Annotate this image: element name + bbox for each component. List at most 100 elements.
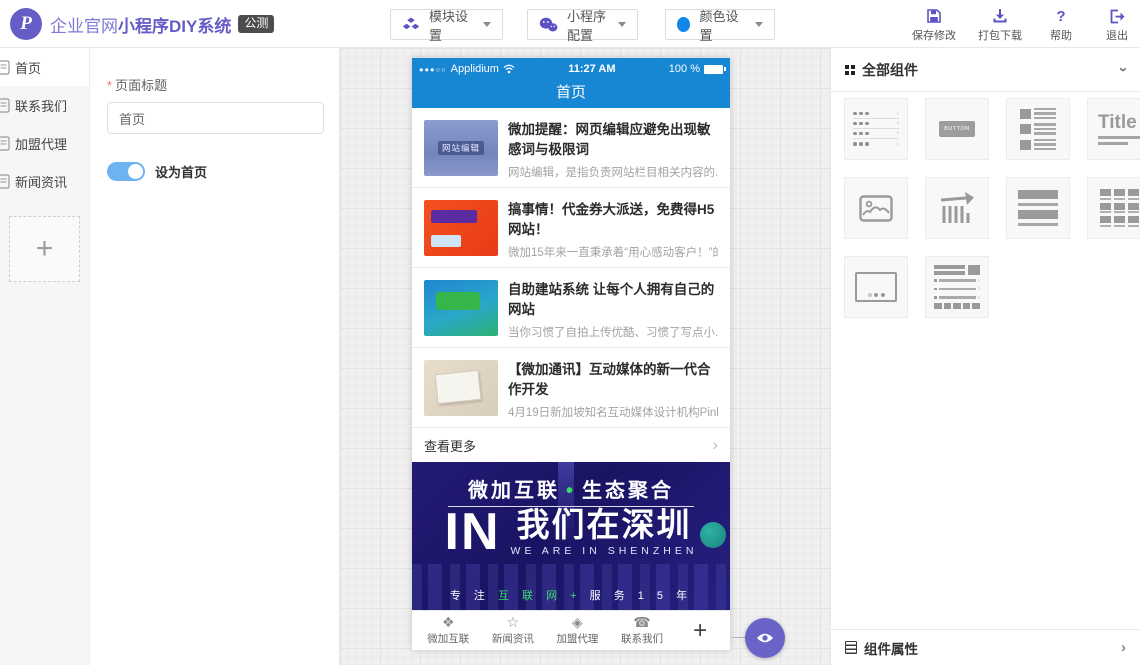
sidebar-item-home[interactable]: 首页 [0,48,89,86]
beta-badge: 公测 [238,15,274,32]
tab-contact[interactable]: ☎ 联系我们 [610,615,675,646]
tab-news[interactable]: ☆ 新闻资讯 [481,615,546,646]
exit-label: 退出 [1106,27,1128,43]
add-tab-button[interactable]: + [674,617,726,645]
rich-list-component-tile[interactable]: › › › [925,256,989,318]
list-rows-component-tile[interactable]: › › › › [844,98,908,160]
set-homepage-toggle[interactable] [107,162,145,181]
marquee-arrow-component-tile[interactable] [925,177,989,239]
phone-preview: ●●●○○ Applidium 11:27 AM 100 % 首页 网站编辑 微… [412,58,730,650]
slideshow-icon [855,272,897,302]
image-component-tile[interactable] [844,177,908,239]
required-mark: * [107,78,112,93]
double-diamond-icon: ◈ [572,615,583,630]
news-excerpt: 网站编辑，是指负责网站栏目相关内容的... [508,164,718,180]
text-rows-icon [1018,190,1058,226]
page-title-input[interactable] [107,102,324,134]
wifi-icon [503,64,515,74]
view-more-label: 查看更多 [424,436,476,455]
banner-slogan-pre: 专 注 [450,590,498,602]
text-rows-component-tile[interactable] [1006,177,1070,239]
news-text: 搞事情！代金券大派送，免费得H5网站！ 微加15年来一直秉承着“用心感动客户！”… [508,200,718,267]
news-item[interactable]: 网站编辑 微加提醒：网页编辑应避免出现敏感词与极限词 网站编辑，是指负责网站栏目… [412,108,730,188]
pages-sidebar: 首页 联系我们 加盟代理 新闻资讯 + [0,48,90,665]
page-doc-icon [0,174,10,189]
title-icon: Title [1098,113,1140,145]
color-settings-button[interactable]: 颜色设置 [665,9,775,40]
media-list-component-tile[interactable] [1006,98,1070,160]
banner-headline: 微加互联•生态聚合 [412,474,730,503]
brand-diamonds-icon: ❖ [442,615,455,630]
icon-grid-component-tile[interactable] [1087,177,1140,239]
tab-brand[interactable]: ❖ 微加互联 [416,615,481,646]
banner-image-component[interactable]: 微加互联•生态聚合 IN 我们在深圳 WE ARE IN SHENZHEN 专 … [412,462,730,610]
app-title: 企业官网小程序DIY系统 公测 [50,0,274,48]
sidebar-item-label: 联系我们 [15,96,67,115]
component-properties-bar[interactable]: 组件属性 › [831,629,1140,665]
signal-dots: ●●●○○ [419,65,447,74]
design-canvas: ●●●○○ Applidium 11:27 AM 100 % 首页 网站编辑 微… [340,48,830,665]
sidebar-item-label: 首页 [15,58,41,77]
sidebar-item-news[interactable]: 新闻资讯 [0,162,89,200]
logo-letter: P [20,13,32,35]
sidebar-item-label: 加盟代理 [15,134,67,153]
help-button[interactable]: ? 帮助 [1044,4,1078,46]
news-text: 自助建站系统 让每个人拥有自己的网站 当你习惯了自拍上传优酷、习惯了写点小... [508,280,718,347]
chevron-down-icon[interactable]: › [1115,67,1132,72]
download-icon [992,7,1008,24]
page-title-label: *页面标题 [107,75,167,94]
set-homepage-row: 设为首页 [107,162,207,181]
save-button[interactable]: 保存修改 [912,4,956,46]
diy-builder-app: P 企业官网小程序DIY系统 公测 模块设置 小程序配置 颜色设置 [0,0,1140,665]
module-settings-label: 模块设置 [429,6,474,44]
wechat-icon [539,17,558,33]
plus-icon: + [36,232,54,266]
tab-agency[interactable]: ◈ 加盟代理 [545,615,610,646]
star-icon: ☆ [507,615,520,630]
modules-icon [402,17,420,33]
save-label: 保存修改 [912,27,956,43]
page-settings-panel: *页面标题 设为首页 [90,48,340,665]
banner-in-text: IN [445,506,501,558]
sidebar-item-contact[interactable]: 联系我们 [0,86,89,124]
title-component-tile[interactable]: Title [1087,98,1140,160]
package-download-button[interactable]: 打包下载 [978,4,1022,46]
news-item[interactable]: 自助建站系统 让每个人拥有自己的网站 当你习惯了自拍上传优酷、习惯了写点小... [412,268,730,348]
preview-eye-button[interactable] [745,618,785,658]
eye-icon [756,632,774,644]
phone-nav-title: 首页 [412,80,730,108]
tab-label: 微加互联 [427,631,469,646]
news-thumbnail [424,360,498,416]
tab-label: 加盟代理 [556,631,598,646]
sidebar-item-agency[interactable]: 加盟代理 [0,124,89,162]
module-settings-button[interactable]: 模块设置 [390,9,503,40]
banner-headline-left: 微加互联 [468,480,560,502]
news-item[interactable]: 搞事情！代金券大派送，免费得H5网站！ 微加15年来一直秉承着“用心感动客户！”… [412,188,730,268]
news-excerpt: 4月19日新加坡知名互动媒体设计机构Pinh... [508,404,718,420]
exit-button[interactable]: 退出 [1100,4,1134,46]
view-more-row[interactable]: 查看更多 › [412,428,730,462]
add-page-button[interactable]: + [9,216,80,282]
banner-headline-right: 生态聚合 [582,480,674,502]
help-label: 帮助 [1050,27,1072,43]
banner-cn-block: 我们在深圳 WE ARE IN SHENZHEN [511,506,698,557]
components-grid: › › › › BUTTON Title [831,92,1140,318]
news-title: 搞事情！代金券大派送，免费得H5网站！ [508,200,718,241]
caret-down-icon [755,22,763,27]
toolbar-actions: 保存修改 打包下载 ? 帮助 退出 [912,4,1134,46]
help-icon: ? [1056,7,1065,24]
app-logo: P [10,8,42,40]
components-panel: 全部组件 › › › › › BUTTON [830,48,1140,665]
caret-down-icon [618,22,626,27]
title-sample-text: Title [1098,113,1140,133]
banner-main-line: IN 我们在深圳 WE ARE IN SHENZHEN [412,506,730,558]
miniprogram-config-button[interactable]: 小程序配置 [527,9,638,40]
phone-tabbar: ❖ 微加互联 ☆ 新闻资讯 ◈ 加盟代理 ☎ 联系我们 + [412,610,730,650]
slideshow-component-tile[interactable] [844,256,908,318]
app-title-bold: 小程序DIY系统 [118,12,231,37]
banner-slogan: 专 注 互 联 网 + 服 务 1 5 年 [412,587,730,603]
button-component-tile[interactable]: BUTTON [925,98,989,160]
properties-label: 组件属性 [864,638,918,658]
image-icon [859,195,893,222]
news-item[interactable]: 【微加通讯】互动媒体的新一代合作开发 4月19日新加坡知名互动媒体设计机构Pin… [412,348,730,428]
